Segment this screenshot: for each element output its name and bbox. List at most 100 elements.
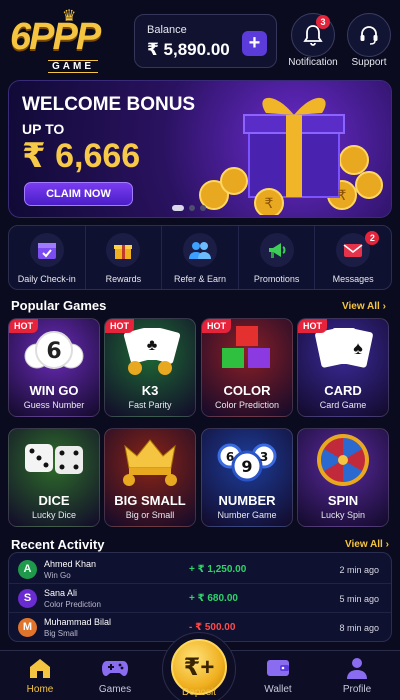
rewards-label: Rewards (105, 274, 142, 284)
game-subtitle: Number Game (217, 510, 277, 520)
nav-wallet-label: Wallet (264, 684, 292, 695)
amount: + ₹ 1,250.00 (189, 564, 247, 575)
megaphone-icon (259, 233, 294, 267)
nav-home[interactable]: Home (5, 651, 75, 700)
game-card-spin[interactable]: SPIN Lucky Spin (297, 428, 389, 527)
nav-games[interactable]: Games (80, 651, 150, 700)
promotions-label: Promotions (253, 274, 300, 284)
promotions-button[interactable]: Promotions (239, 226, 316, 289)
rupee-plus-icon: ₹+ (183, 653, 215, 681)
amount: + ₹ 680.00 (189, 593, 238, 604)
nav-profile-label: Profile (342, 684, 372, 695)
banner-subtitle: UP TO (22, 121, 65, 137)
app-logo[interactable]: ♛ 6PPP GAME (10, 8, 130, 73)
list-item[interactable]: A Ahmed Khan Win Go + ₹ 1,250.00 2 min a… (9, 555, 391, 584)
game-art-icon (9, 429, 99, 491)
nav-home-label: Home (26, 684, 54, 695)
game-subtitle: Lucky Spin (320, 510, 366, 520)
gift-icon (106, 233, 141, 267)
support-button[interactable] (347, 13, 391, 57)
game-card-color[interactable]: HOT COLOR Color Prediction (201, 318, 293, 417)
avatar: S (18, 589, 37, 608)
svg-text:₹: ₹ (265, 196, 274, 212)
avatar: A (18, 560, 37, 579)
logo-text: 6PPP (10, 16, 101, 58)
timestamp: 2 min ago (339, 565, 379, 575)
svg-text:9: 9 (241, 457, 252, 476)
recent-view-all-link[interactable]: View All › (345, 539, 389, 550)
game-title: NUMBER (218, 493, 276, 508)
popular-view-all-link[interactable]: View All › (342, 301, 386, 312)
popular-games-title: Popular Games (11, 298, 107, 313)
hot-badge: HOT (202, 319, 231, 333)
rewards-button[interactable]: Rewards (86, 226, 163, 289)
add-funds-button[interactable]: + (242, 31, 267, 56)
timestamp: 5 min ago (339, 594, 379, 604)
game-card-number[interactable]: 6 9 3 NUMBER Number Game (201, 428, 293, 527)
refer-earn-button[interactable]: Refer & Earn (162, 226, 239, 289)
game-title: SPIN (327, 493, 359, 508)
recent-activity-list: A Ahmed Khan Win Go + ₹ 1,250.00 2 min a… (8, 552, 392, 642)
banner-amount: ₹ 6,666 (22, 137, 141, 175)
game-art-icon (105, 429, 195, 491)
game-card-dice[interactable]: DICE Lucky Dice (8, 428, 100, 527)
hot-badge: HOT (105, 319, 134, 333)
player-name: Muhammad Bilal (44, 617, 112, 627)
game-name: Big Small (44, 629, 78, 638)
headset-icon (360, 26, 378, 45)
messages-button[interactable]: 2 Messages (315, 226, 391, 289)
home-icon (30, 659, 50, 678)
refer-earn-label: Refer & Earn (173, 274, 226, 284)
game-title: K3 (141, 383, 159, 398)
timestamp: 8 min ago (339, 623, 379, 633)
svg-text:₹: ₹ (338, 188, 347, 204)
avatar: M (18, 618, 37, 637)
notification-button[interactable]: 3 (291, 13, 335, 57)
balance-card: Balance ₹ 5,890.00 + (134, 14, 277, 68)
game-subtitle: Color Prediction (214, 400, 280, 410)
wallet-icon (267, 660, 289, 676)
carousel-indicator[interactable] (172, 205, 206, 211)
svg-text:6: 6 (46, 339, 61, 364)
game-subtitle: Guess Number (23, 400, 85, 410)
game-card-win-go[interactable]: 6 HOT WIN GO Guess Number (8, 318, 100, 417)
recent-activity-title: Recent Activity (11, 537, 105, 552)
nav-profile[interactable]: Profile (322, 651, 392, 700)
game-subtitle: Fast Parity (128, 400, 172, 410)
users-icon (182, 233, 217, 267)
game-card-big-small[interactable]: BIG SMALL Big or Small (104, 428, 196, 527)
game-title: BIG SMALL (114, 493, 186, 508)
banner-title: WELCOME BONUS (22, 94, 196, 115)
game-subtitle: Lucky Dice (31, 510, 76, 520)
profile-icon (347, 658, 367, 679)
game-card-card[interactable]: ♠ HOT CARD Card Game (297, 318, 389, 417)
list-item[interactable]: S Sana Ali Color Prediction + ₹ 680.00 5… (9, 584, 391, 613)
game-title: COLOR (223, 383, 271, 398)
game-art-icon: 693 (202, 429, 292, 491)
balance-label: Balance (147, 24, 187, 36)
game-subtitle: Card Game (319, 400, 367, 410)
quick-actions-bar: Daily Check-in Rewards Refer & Earn Prom… (8, 225, 392, 290)
game-title: DICE (38, 493, 70, 508)
game-name: Color Prediction (44, 600, 101, 609)
player-name: Ahmed Khan (44, 559, 97, 569)
support-label: Support (351, 57, 387, 68)
daily-check-in-button[interactable]: Daily Check-in (9, 226, 86, 289)
claim-now-button[interactable]: CLAIM NOW (24, 182, 133, 206)
game-title: CARD (324, 383, 362, 398)
gift-box-icon: ₹ ₹ (199, 97, 383, 215)
balance-amount: ₹ 5,890.00 (147, 40, 230, 59)
welcome-bonus-banner[interactable]: WELCOME BONUS UP TO ₹ 6,666 CLAIM NOW ₹ … (8, 80, 392, 218)
svg-text:♣: ♣ (147, 337, 158, 354)
game-card-k3[interactable]: ♣ HOT K3 Fast Parity (104, 318, 196, 417)
notification-badge: 3 (316, 15, 330, 29)
nav-deposit-label: Deposit (182, 687, 216, 698)
hot-badge: HOT (9, 319, 38, 333)
calendar-check-icon (29, 233, 64, 267)
nav-wallet[interactable]: Wallet (243, 651, 313, 700)
svg-text:3: 3 (260, 450, 268, 464)
game-art-icon (298, 429, 388, 491)
daily-check-in-label: Daily Check-in (17, 274, 76, 284)
game-title: WIN GO (29, 383, 79, 398)
nav-games-label: Games (98, 684, 132, 695)
